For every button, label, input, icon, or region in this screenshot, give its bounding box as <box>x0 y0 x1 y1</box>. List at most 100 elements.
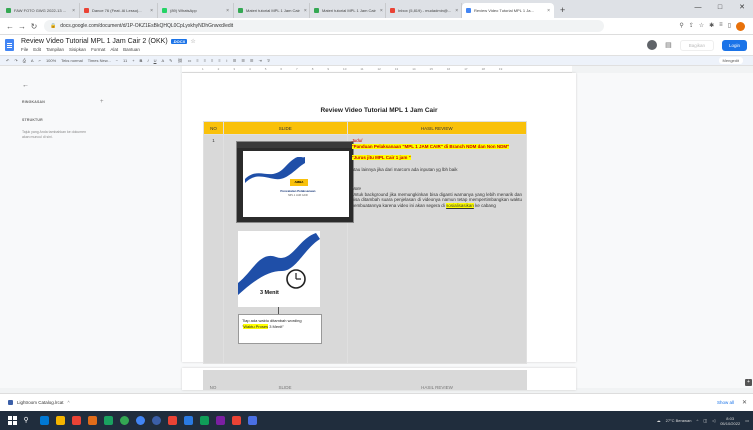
style-select[interactable]: Teks normal <box>61 58 83 63</box>
menu-item[interactable]: Alat <box>110 47 118 52</box>
browser-tab[interactable]: FAW FOTO GWG 2022-13 ... × <box>2 3 80 18</box>
back-arrow-icon[interactable]: ← <box>4 22 16 31</box>
search-icon[interactable]: ⚲ <box>24 416 33 425</box>
bullet-list-icon[interactable]: ☰ <box>241 58 245 63</box>
indent-icon[interactable]: ⇥ <box>259 58 262 63</box>
paint-format-icon[interactable]: ⌐ <box>39 58 41 63</box>
reading-list-icon[interactable]: ≡ <box>719 22 723 31</box>
italic-icon[interactable]: I <box>147 58 148 63</box>
numbered-list-icon[interactable]: ☰ <box>250 58 254 63</box>
chevron-up-icon[interactable]: ^ <box>68 400 70 405</box>
slide-cell[interactable]: AMBA Pencatatan Pelaksanaan MPL 1 JAM CA… <box>222 134 354 364</box>
extensions-icon[interactable]: ✱ <box>709 22 714 31</box>
taskbar-app-icon[interactable] <box>167 416 177 425</box>
font-size-increase[interactable]: + <box>132 58 134 63</box>
sidebar-icon[interactable]: ▯ <box>728 22 731 31</box>
align-center-icon[interactable]: ≡ <box>204 58 206 63</box>
reload-icon[interactable]: ↻ <box>28 22 40 31</box>
show-all-link[interactable]: Show all <box>717 400 734 405</box>
tray-chevron-icon[interactable]: ^ <box>696 418 698 423</box>
taskbar-app-icon[interactable] <box>39 416 49 425</box>
weather-text[interactable]: 27°C Berawan <box>666 418 692 423</box>
notification-icon[interactable]: ▭ <box>745 418 749 423</box>
tab-close-icon[interactable]: × <box>451 8 458 14</box>
tab-close-icon[interactable]: × <box>543 8 550 14</box>
browser-tab[interactable]: Dance 76 (Feat. Al Lesso)... × <box>80 3 158 18</box>
menu-item[interactable]: Edit <box>33 47 41 52</box>
zoom-select[interactable]: 100% <box>46 58 56 63</box>
link-icon[interactable]: ⛓ <box>177 58 182 63</box>
volume-icon[interactable]: ◁ <box>712 418 715 423</box>
forward-arrow-icon[interactable]: → <box>16 22 28 31</box>
align-left-icon[interactable]: ≡ <box>196 58 198 63</box>
avatar[interactable] <box>736 21 745 31</box>
line-spacing-icon[interactable]: ↕ <box>226 58 228 63</box>
comments-icon[interactable]: ▤ <box>665 41 672 49</box>
tab-close-icon[interactable]: × <box>300 8 307 14</box>
tab-close-icon[interactable]: × <box>146 8 153 14</box>
taskbar-app-icon[interactable] <box>135 416 145 425</box>
taskbar-app-icon[interactable] <box>71 416 81 425</box>
network-icon[interactable]: ◫ <box>703 418 707 423</box>
url-input[interactable]: 🔒 docs.google.com/document/d/1P-OKZ1EsBk… <box>44 20 604 32</box>
menu-item[interactable]: Format <box>91 47 105 52</box>
clock[interactable]: 8:03 05/10/2022 <box>720 416 740 426</box>
undo-icon[interactable]: ↶ <box>6 58 9 63</box>
taskbar-app-icon[interactable] <box>183 416 193 425</box>
search-icon[interactable]: ⚲ <box>679 22 683 31</box>
font-select[interactable]: Times New... <box>88 58 111 63</box>
clear-format-icon[interactable]: T̸ <box>267 58 269 63</box>
font-size-input[interactable]: 11 <box>123 58 127 63</box>
browser-tab[interactable]: Materi tutorial MPL 1 Jam Cair × <box>234 3 310 18</box>
taskbar-app-icon[interactable] <box>151 416 161 425</box>
checklist-icon[interactable]: ☰ <box>233 58 237 63</box>
underline-icon[interactable]: U <box>154 58 157 63</box>
comment-icon[interactable]: ▭ <box>188 58 192 63</box>
text-color-icon[interactable]: A <box>161 58 164 63</box>
taskbar-app-icon[interactable] <box>87 416 97 425</box>
bookmark-star-icon[interactable]: ☆ <box>699 22 704 31</box>
share-button[interactable]: Bagikan <box>679 39 714 51</box>
taskbar-app-icon[interactable] <box>199 416 209 425</box>
taskbar-app-icon[interactable] <box>247 416 257 425</box>
print-icon[interactable]: ⎙ <box>23 58 26 63</box>
menu-item[interactable]: Sisipkan <box>69 47 86 52</box>
login-button[interactable]: Login <box>721 39 747 51</box>
close-icon[interactable]: ✕ <box>742 399 747 406</box>
review-cell[interactable]: Judul "Panduan Pelaksanaan "MPL 1 JAM CA… <box>346 134 527 364</box>
taskbar-app-icon[interactable] <box>119 416 129 425</box>
docs-logo-icon[interactable] <box>5 39 14 51</box>
explore-icon[interactable]: + <box>745 379 752 386</box>
comment-history-icon[interactable] <box>647 40 658 50</box>
tab-close-icon[interactable]: × <box>376 8 383 14</box>
tab-close-icon[interactable]: × <box>222 8 229 14</box>
taskbar-app-icon[interactable] <box>55 416 65 425</box>
maximize-icon[interactable]: □ <box>709 0 731 18</box>
menu-item[interactable]: Bantuan <box>123 47 140 52</box>
download-item[interactable]: Lightroom Catalog.lrcat <box>17 400 64 405</box>
align-right-icon[interactable]: ≡ <box>211 58 213 63</box>
taskbar-app-icon[interactable] <box>231 416 241 425</box>
browser-tab[interactable]: (89) WhatsApp × <box>158 3 234 18</box>
share-icon[interactable]: ⇪ <box>689 22 694 31</box>
menu-item[interactable]: File <box>21 47 28 52</box>
browser-tab[interactable]: Materi tutorial MPL 1 Jam Cair × <box>310 3 386 18</box>
taskbar-app-icon[interactable] <box>103 416 113 425</box>
star-icon[interactable]: ☆ <box>190 38 195 45</box>
document-title[interactable]: Review Video Tutorial MPL 1 Jam Cair 2 (… <box>21 38 168 45</box>
back-arrow-icon[interactable]: ← <box>22 82 29 89</box>
browser-tab[interactable]: Inbox (5,819) - mudadmin@... × <box>386 3 462 18</box>
redo-icon[interactable]: ↷ <box>14 58 17 63</box>
justify-icon[interactable]: ≡ <box>218 58 220 63</box>
taskbar-app-icon[interactable] <box>215 416 225 425</box>
browser-tab[interactable]: Review Video Tutorial MPL 1 Ja... × <box>462 3 554 18</box>
highlight-icon[interactable]: ✎ <box>169 58 172 63</box>
minimize-icon[interactable]: — <box>687 0 709 18</box>
font-size-decrease[interactable]: − <box>116 58 118 63</box>
tab-close-icon[interactable]: × <box>68 8 75 14</box>
start-button[interactable] <box>7 416 17 425</box>
spellcheck-icon[interactable]: A <box>31 58 34 63</box>
menu-item[interactable]: Tampilan <box>46 47 64 52</box>
close-window-icon[interactable]: ✕ <box>731 0 753 18</box>
add-summary-icon[interactable]: + <box>100 99 104 105</box>
